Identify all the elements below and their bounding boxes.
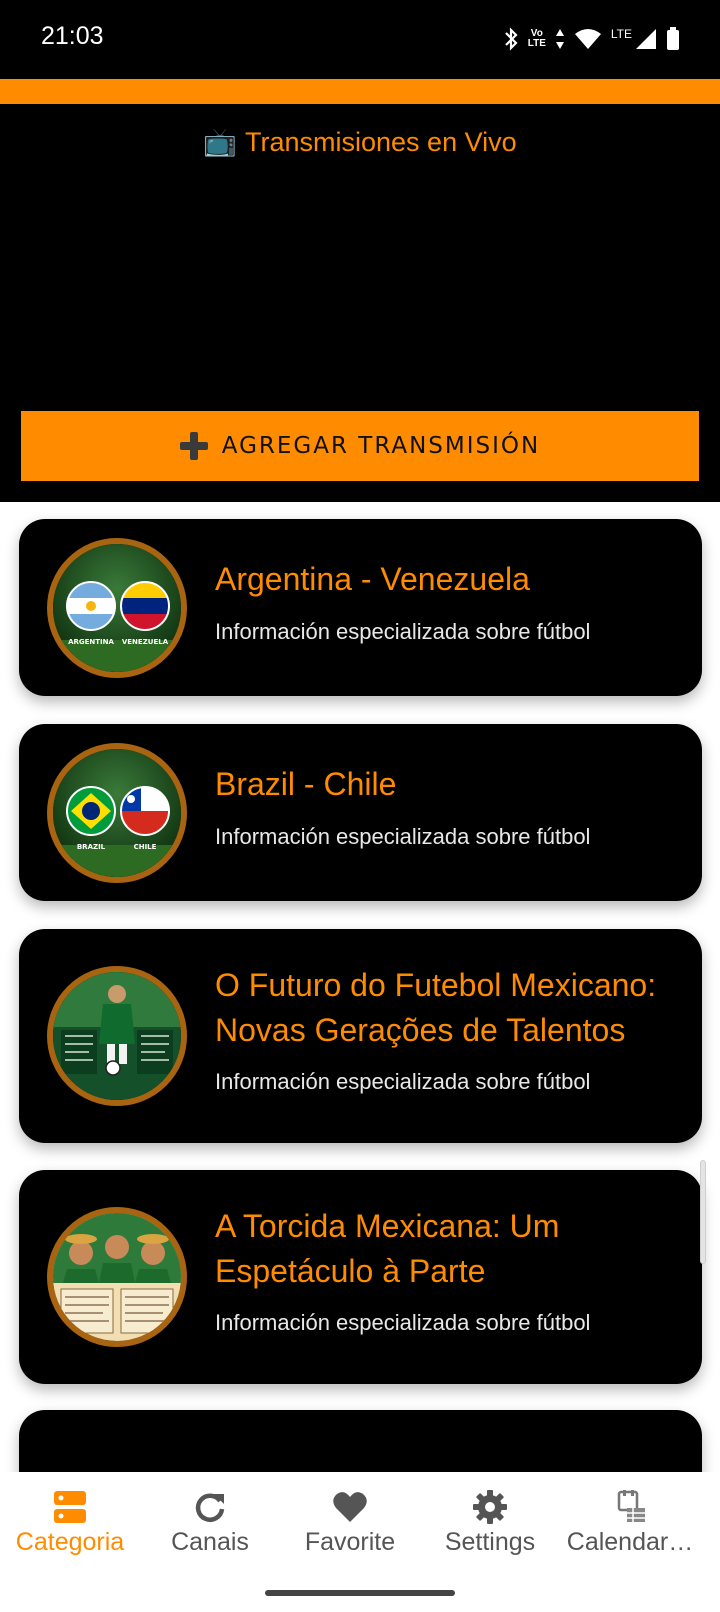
nav-label: Favorite bbox=[304, 1528, 396, 1556]
match-title: Argentina - Venezuela bbox=[215, 561, 530, 597]
mexican-football-infographic-icon bbox=[53, 972, 181, 1100]
scrollbar[interactable] bbox=[700, 1160, 706, 1264]
list-item[interactable]: A Torcida Mexicana: Um Espetáculo à Part… bbox=[19, 1170, 702, 1384]
match-description: Información especializada sobre fútbol bbox=[215, 619, 591, 644]
nav-label: Calendar… bbox=[566, 1528, 694, 1556]
list-item[interactable]: O Futuro do Futebol Mexicano: Novas Gera… bbox=[19, 929, 702, 1143]
brazil-chile-flags-icon: BRAZIL CHILE bbox=[53, 749, 181, 877]
lte-label: LTE bbox=[610, 27, 632, 41]
nav-item-settings[interactable]: Settings bbox=[418, 1490, 562, 1557]
list-item[interactable] bbox=[19, 1410, 702, 1472]
signal-icon bbox=[636, 29, 656, 49]
calendar-icon bbox=[617, 1490, 645, 1522]
tv-icon: 📺 bbox=[203, 127, 237, 157]
volte-icon: Vo LTE bbox=[528, 29, 546, 49]
nav-item-canais[interactable]: Canais bbox=[138, 1490, 282, 1557]
category-icon bbox=[54, 1491, 86, 1523]
flag-label-right: CHILE bbox=[134, 843, 157, 851]
match-description: Información especializada sobre fútbol bbox=[215, 1310, 591, 1335]
list-item[interactable]: ARGENTINA VENEZUELA Argentina - Venezuel… bbox=[19, 519, 702, 696]
wifi-icon bbox=[574, 29, 601, 49]
nav-label: Categoria bbox=[15, 1528, 125, 1556]
flag-label-right: VENEZUELA bbox=[122, 638, 169, 646]
add-stream-button[interactable]: AGREGAR TRANSMISIÓN bbox=[21, 411, 699, 481]
volte-bottom: LTE bbox=[527, 38, 546, 49]
data-arrows-icon bbox=[555, 29, 564, 49]
battery-icon bbox=[667, 27, 679, 50]
add-stream-label: AGREGAR TRANSMISIÓN bbox=[221, 433, 541, 459]
match-thumbnail: BRAZIL CHILE bbox=[47, 743, 187, 883]
bluetooth-icon bbox=[504, 27, 518, 51]
match-description: Información especializada sobre fútbol bbox=[215, 824, 591, 849]
flag-label-left: BRAZIL bbox=[77, 843, 106, 851]
nav-label: Settings bbox=[444, 1528, 536, 1556]
refresh-icon bbox=[195, 1493, 225, 1522]
plus-icon bbox=[179, 432, 208, 460]
match-title: A Torcida Mexicana: Um Espetáculo à Part… bbox=[215, 1208, 560, 1289]
status-bar: 21:03 Vo LTE LTE bbox=[0, 0, 720, 79]
match-description: Información especializada sobre fútbol bbox=[215, 1069, 591, 1094]
gear-icon bbox=[473, 1490, 507, 1524]
match-thumbnail: ARGENTINA VENEZUELA bbox=[47, 538, 187, 678]
nav-item-favorite[interactable]: Favorite bbox=[278, 1490, 422, 1557]
status-icons: Vo LTE LTE bbox=[503, 24, 680, 54]
heart-icon bbox=[333, 1492, 367, 1522]
page-title-text: Transmisiones en Vivo bbox=[245, 127, 517, 157]
list-item[interactable]: BRAZIL CHILE Brazil - Chile Información … bbox=[19, 724, 702, 901]
match-title: Brazil - Chile bbox=[215, 766, 397, 802]
page-title: 📺 Transmisiones en Vivo bbox=[0, 126, 720, 158]
nav-item-calendar[interactable]: Calendar… bbox=[558, 1490, 702, 1557]
nav-item-categoria[interactable]: Categoria bbox=[0, 1490, 142, 1557]
match-title: O Futuro do Futebol Mexicano: Novas Gera… bbox=[215, 967, 657, 1048]
match-thumbnail bbox=[47, 1207, 187, 1347]
nav-label: Canais bbox=[171, 1528, 249, 1556]
flag-label-left: ARGENTINA bbox=[68, 638, 114, 646]
argentina-venezuela-flags-icon: ARGENTINA VENEZUELA bbox=[53, 544, 181, 672]
home-indicator[interactable] bbox=[265, 1590, 455, 1596]
accent-strip bbox=[0, 79, 720, 104]
match-thumbnail bbox=[47, 966, 187, 1106]
status-time: 21:03 bbox=[41, 22, 104, 50]
match-list[interactable]: ARGENTINA VENEZUELA Argentina - Venezuel… bbox=[0, 502, 720, 1472]
mexican-fans-illustration-icon bbox=[53, 1213, 181, 1341]
live-streams-header: 📺 Transmisiones en Vivo AGREGAR TRANSMISI… bbox=[0, 104, 720, 502]
